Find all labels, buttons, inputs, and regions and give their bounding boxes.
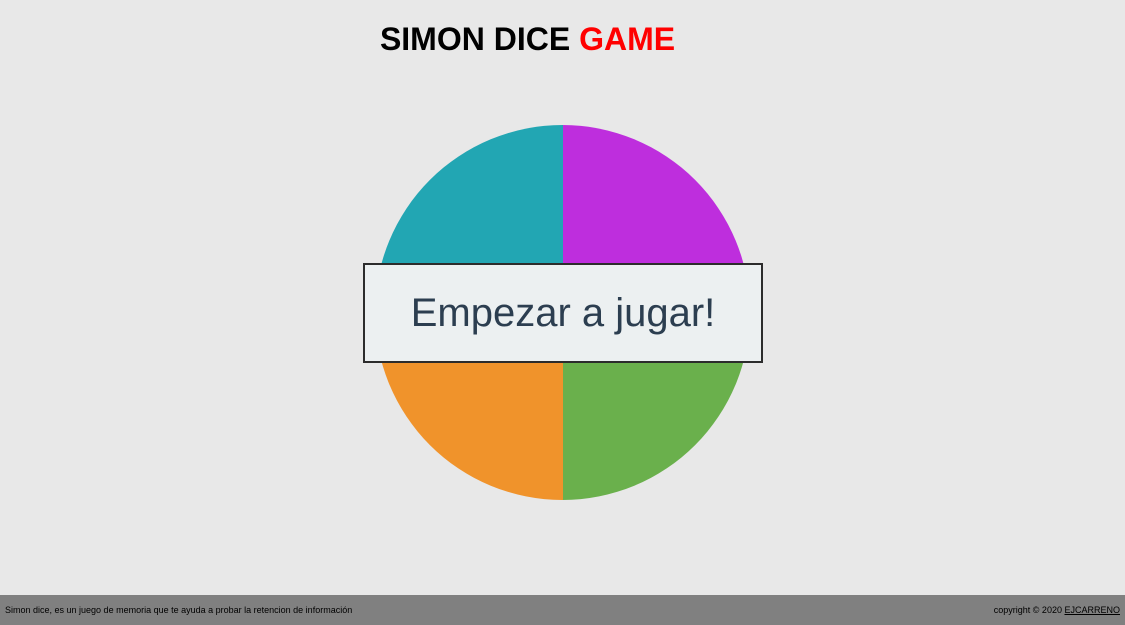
footer: Simon dice, es un juego de memoria que t… <box>0 595 1125 625</box>
page-title: SIMON DICE GAME <box>0 20 1055 58</box>
start-game-button[interactable]: Empezar a jugar! <box>363 263 763 363</box>
game-page: SIMON DICE GAME Empezar a jugar! Simon d… <box>0 0 1125 625</box>
footer-description: Simon dice, es un juego de memoria que t… <box>5 605 353 615</box>
title-accent: GAME <box>579 21 676 57</box>
title-main: SIMON DICE <box>379 21 571 57</box>
footer-copyright-group: copyright © 2020 EJCARRENO <box>994 605 1120 615</box>
footer-copyright: copyright © 2020 <box>993 605 1062 615</box>
author-link[interactable]: EJCARRENO <box>1064 605 1120 615</box>
